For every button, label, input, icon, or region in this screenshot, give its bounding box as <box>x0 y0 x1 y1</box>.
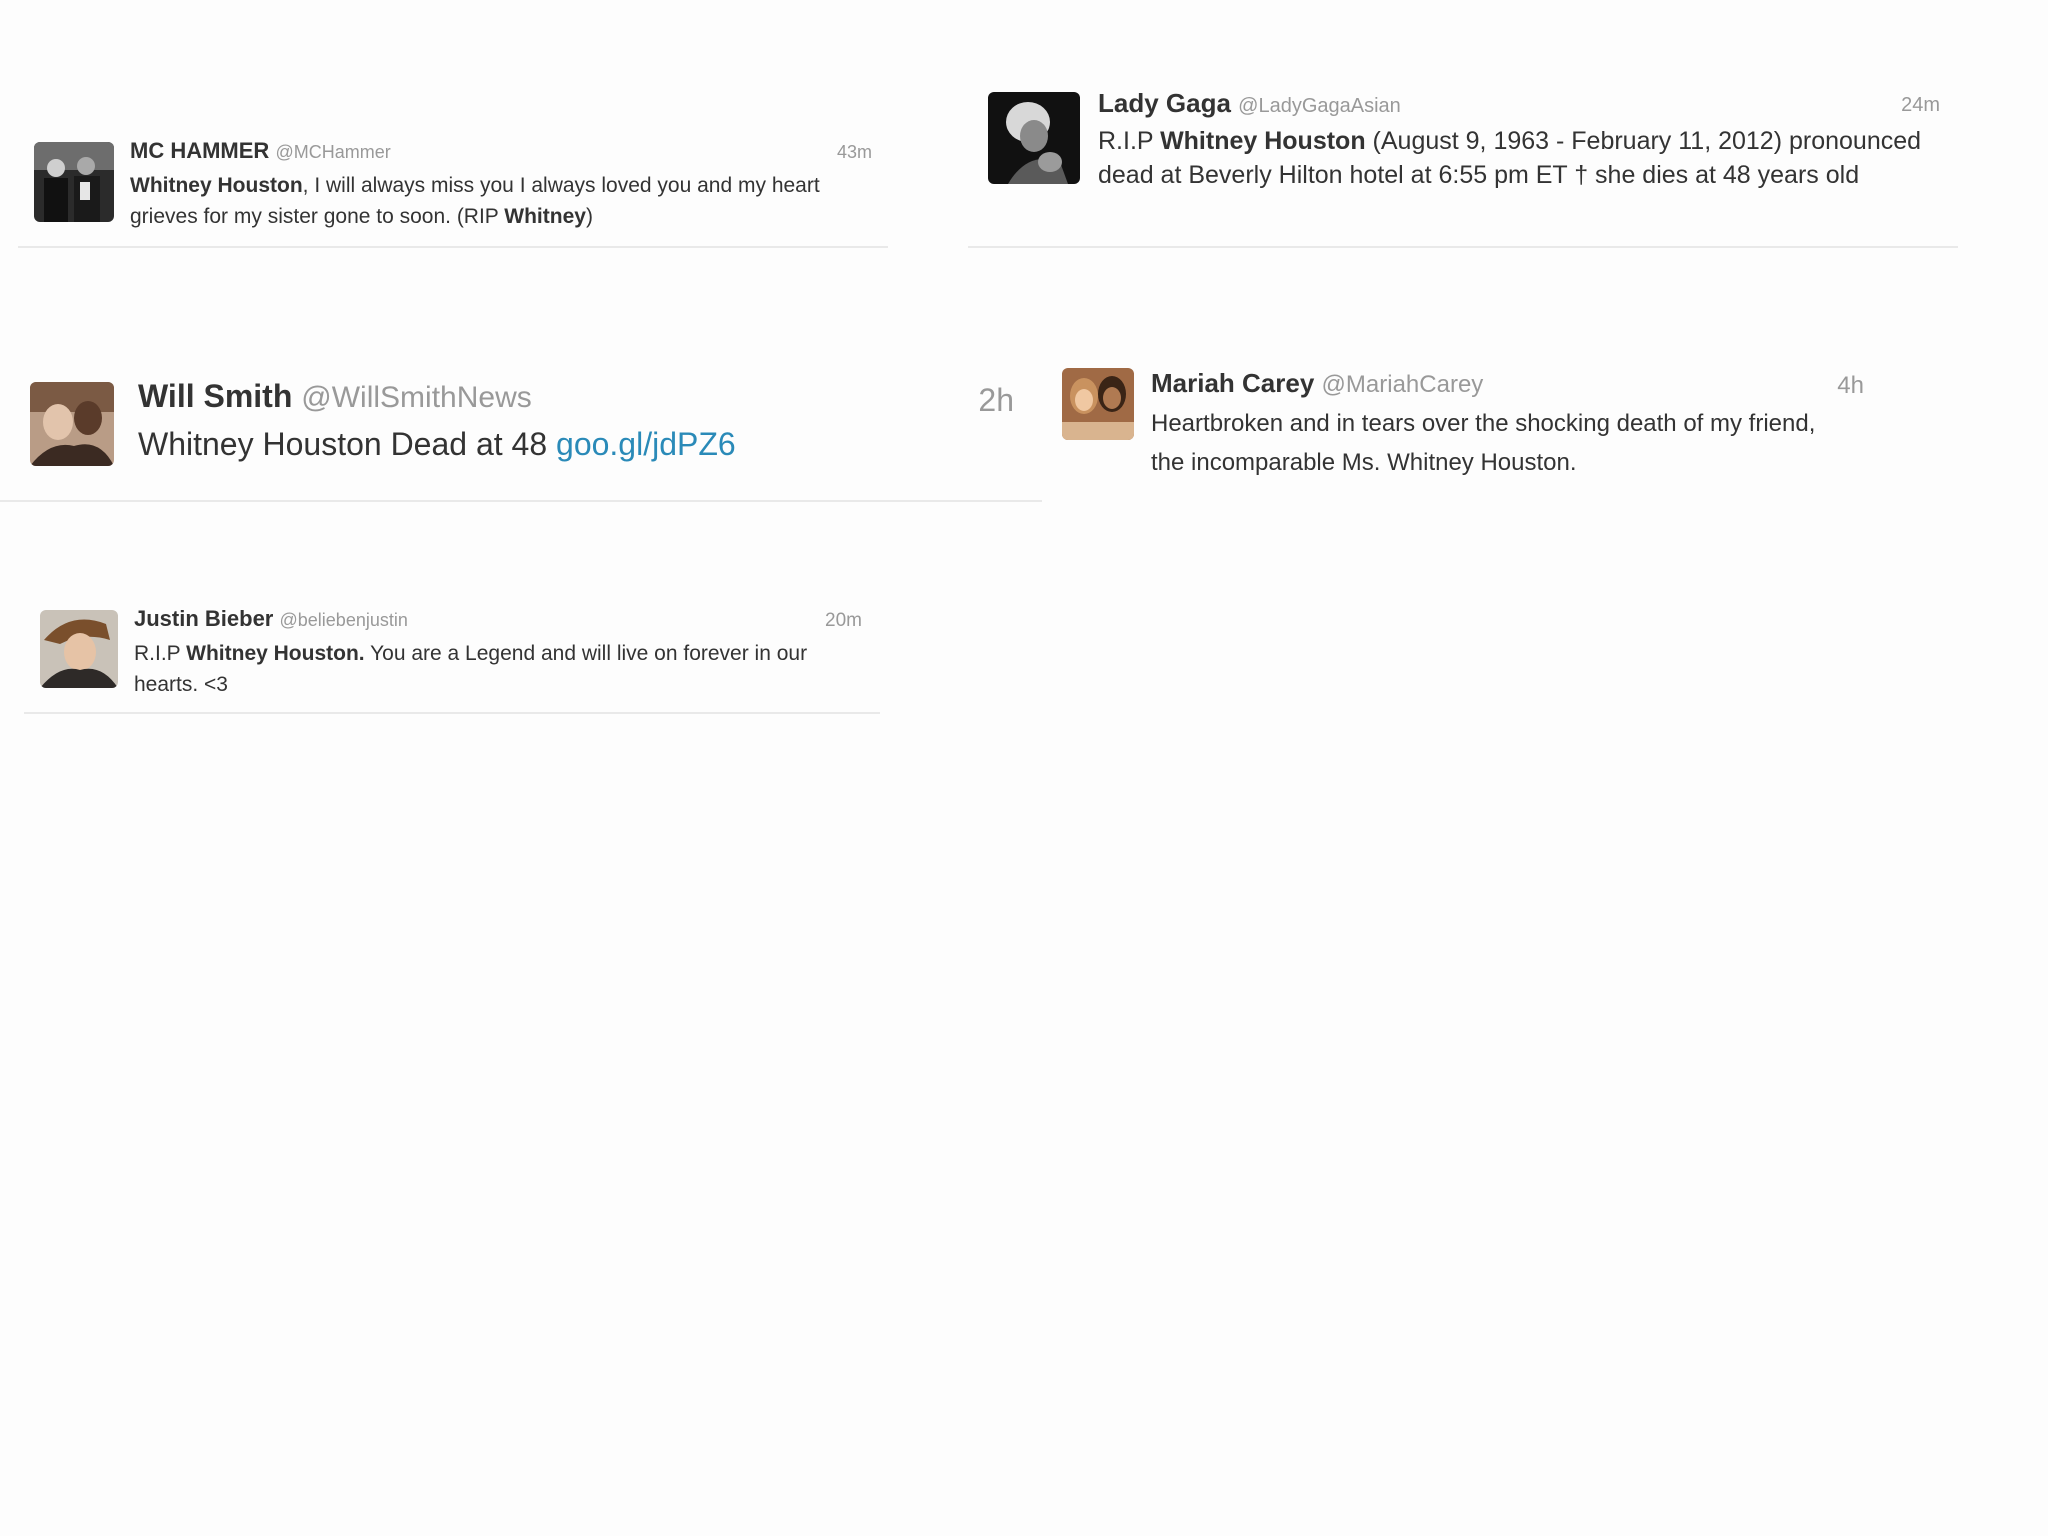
tweet-header: MC HAMMER @MCHammer <box>130 138 391 164</box>
user-name[interactable]: Will Smith <box>138 378 292 414</box>
user-handle[interactable]: @MCHammer <box>275 142 390 162</box>
tweet-text-bold: Whitney Houston <box>1160 127 1366 155</box>
tweet-text-bold: Whitney <box>504 205 586 228</box>
tweet-timestamp[interactable]: 2h <box>978 382 1014 419</box>
tweet-text: Heartbroken and in tears over the shocki… <box>1151 404 1851 482</box>
tweet-lady-gaga[interactable]: Lady Gaga @LadyGagaAsian 24m R.I.P Whitn… <box>968 84 1958 248</box>
tweet-text: Whitney Houston Dead at 48 goo.gl/jdPZ6 <box>138 422 1018 466</box>
avatar-photo-icon[interactable] <box>1062 368 1134 440</box>
tweet-text-bold: Whitney Houston. <box>186 642 365 665</box>
tweet-text-run: Heartbroken and in tears over the shocki… <box>1151 410 1816 476</box>
tweet-timestamp[interactable]: 4h <box>1837 372 1864 400</box>
user-name[interactable]: Justin Bieber <box>134 606 273 631</box>
tweet-timestamp[interactable]: 43m <box>837 142 872 163</box>
user-handle[interactable]: @beliebenjustin <box>280 610 408 630</box>
tweet-mariah-carey[interactable]: Mariah Carey @MariahCarey 4h Heartbroken… <box>1058 364 1878 494</box>
tweet-divider <box>24 712 880 714</box>
tweet-text-run: ) <box>585 205 593 228</box>
tweet-timestamp[interactable]: 24m <box>1901 94 1940 117</box>
tweet-text-run: R.I.P <box>1098 127 1161 155</box>
user-name[interactable]: Lady Gaga <box>1098 88 1231 118</box>
avatar-photo-icon[interactable] <box>30 382 114 466</box>
user-handle[interactable]: @LadyGagaAsian <box>1238 95 1401 117</box>
tweet-mc-hammer[interactable]: MC HAMMER @MCHammer 43m Whitney Houston,… <box>18 130 888 250</box>
tweet-collage: MC HAMMER @MCHammer 43m Whitney Houston,… <box>0 0 2048 1536</box>
user-name[interactable]: Mariah Carey <box>1151 368 1314 398</box>
tweet-header: Mariah Carey @MariahCarey <box>1151 368 1483 399</box>
tweet-divider <box>18 246 888 248</box>
avatar-photo-icon[interactable] <box>988 92 1080 184</box>
tweet-link[interactable]: goo.gl/jdPZ6 <box>556 426 736 462</box>
tweet-text-run: Whitney Houston Dead at 48 <box>138 426 557 462</box>
tweet-justin-bieber[interactable]: Justin Bieber @beliebenjustin 20m R.I.P … <box>24 600 880 716</box>
tweet-header: Will Smith @WillSmithNews <box>138 378 532 415</box>
user-handle[interactable]: @MariahCarey <box>1322 371 1484 398</box>
tweet-header: Justin Bieber @beliebenjustin <box>134 606 408 632</box>
tweet-divider <box>968 246 1958 248</box>
avatar-photo-icon[interactable] <box>34 142 114 222</box>
tweet-will-smith[interactable]: Will Smith @WillSmithNews 2h Whitney Hou… <box>0 372 1042 504</box>
tweet-text: Whitney Houston, I will always miss you … <box>130 170 890 232</box>
tweet-text: R.I.P Whitney Houston (August 9, 1963 - … <box>1098 124 1938 192</box>
tweet-text-run: R.I.P <box>134 642 187 665</box>
user-handle[interactable]: @WillSmithNews <box>301 381 531 414</box>
user-name[interactable]: MC HAMMER <box>130 138 269 163</box>
tweet-text-bold: Whitney Houston <box>130 174 303 197</box>
tweet-header: Lady Gaga @LadyGagaAsian <box>1098 88 1401 119</box>
tweet-divider <box>0 500 1042 502</box>
avatar-photo-icon[interactable] <box>40 610 118 688</box>
tweet-text: R.I.P Whitney Houston. You are a Legend … <box>134 638 874 700</box>
tweet-timestamp[interactable]: 20m <box>825 610 862 632</box>
